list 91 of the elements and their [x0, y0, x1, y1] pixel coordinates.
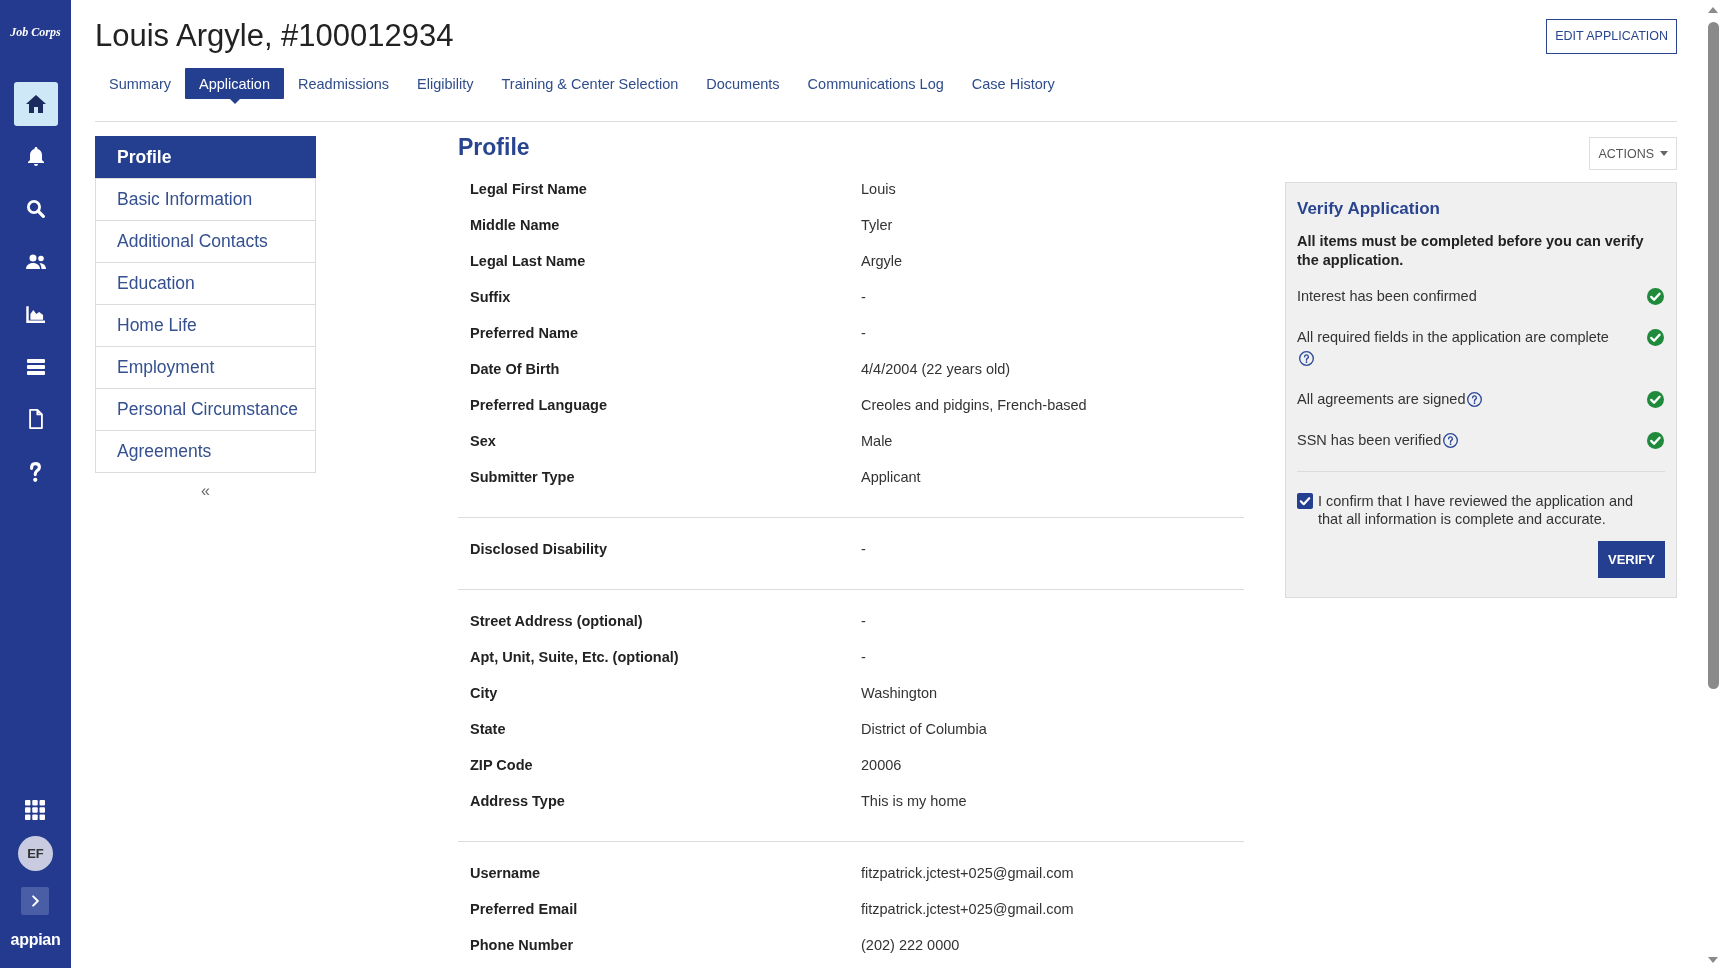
user-avatar[interactable]: EF — [18, 836, 53, 871]
field-value: Male — [861, 433, 893, 449]
instruction-text: All items must be completed before you can verify the application. — [1297, 232, 1645, 270]
field-label: Sex — [470, 433, 496, 449]
verify-button[interactable]: VERIFY — [1598, 541, 1665, 578]
field-value: Washington — [861, 685, 938, 701]
list-icon — [26, 358, 45, 375]
field-label: Date Of Birth — [470, 361, 560, 377]
people-icon — [25, 254, 46, 269]
field-value: fitzpatrick.jctest+025@gmail.com — [861, 865, 1074, 881]
logo-text: Job Corps — [10, 24, 61, 40]
field-label: State — [470, 721, 506, 737]
section-nav-item[interactable]: Personal Circumstance — [95, 388, 316, 431]
field-label: Legal First Name — [470, 181, 587, 197]
document-icon — [28, 409, 43, 429]
requirement-text: SSN has been verified — [1297, 432, 1442, 448]
section-nav-item[interactable]: Profile — [95, 136, 316, 179]
caret-down-icon — [1660, 151, 1668, 156]
field-label: Legal Last Name — [470, 253, 586, 269]
field-label: Username — [470, 865, 541, 881]
tab[interactable]: Documents — [692, 68, 794, 99]
chevron-right-icon — [32, 895, 39, 907]
tab[interactable]: Case History — [957, 68, 1069, 99]
section-heading: Profile — [458, 136, 531, 158]
scroll-down-arrow-icon[interactable] — [1708, 957, 1718, 963]
field-label: Disclosed Disability — [470, 541, 607, 557]
bell-icon — [27, 147, 44, 166]
requirement-text: All required fields in the application are complete — [1297, 329, 1609, 345]
field-value: 20006 — [861, 757, 902, 773]
field-label: Submitter Type — [470, 469, 575, 485]
tab[interactable]: Training & Center Selection — [487, 68, 693, 99]
field-label: Middle Name — [470, 217, 560, 233]
requirement-text: All agreements are signed — [1297, 391, 1466, 407]
home-nav-button[interactable] — [13, 82, 58, 126]
area-chart-icon — [25, 305, 46, 323]
field-value: - — [861, 649, 866, 665]
actions-dropdown-button[interactable]: ACTIONS — [1589, 137, 1677, 170]
tab[interactable]: Application — [185, 68, 284, 99]
page-title: Louis Argyle, #100012934 — [95, 17, 454, 55]
collapse-button[interactable]: « — [197, 479, 214, 503]
field-label: Apt, Unit, Suite, Etc. (optional) — [470, 649, 679, 665]
field-label: Preferred Language — [470, 397, 607, 413]
field-label: Preferred Email — [470, 901, 578, 917]
field-label: ZIP Code — [470, 757, 533, 773]
field-label: Street Address (optional) — [470, 613, 643, 629]
field-value: Argyle — [861, 253, 903, 269]
section-nav-item[interactable]: Additional Contacts — [95, 220, 316, 263]
tab[interactable]: Summary — [95, 68, 186, 99]
checkbox[interactable] — [1297, 493, 1313, 509]
field-value: Tyler — [861, 217, 893, 233]
field-value: Creoles and pidgins, French-based — [861, 397, 1087, 413]
panel-title: Verify Application — [1297, 198, 1441, 220]
field-value: District of Columbia — [861, 721, 987, 737]
confirmation-text: I confirm that I have reviewed the application and that all information is complete and accurate. — [1318, 492, 1635, 528]
requirement-text: Interest has been confirmed — [1297, 288, 1477, 304]
tab[interactable]: Readmissions — [284, 68, 404, 99]
field-value: 4/4/2004 (22 years old) — [861, 361, 1011, 377]
section-nav-item[interactable]: Home Life — [95, 304, 316, 347]
field-value: (202) 222 0000 — [861, 937, 960, 953]
section-nav-item[interactable]: Basic Information — [95, 178, 316, 221]
help-icon[interactable] — [1467, 392, 1483, 407]
help-icon — [30, 461, 41, 482]
scrollbar-thumb[interactable] — [1707, 22, 1719, 689]
field-value: fitzpatrick.jctest+025@gmail.com — [861, 901, 1074, 917]
field-value: This is my home — [861, 793, 967, 809]
home-icon — [25, 95, 46, 113]
field-label: City — [470, 685, 498, 701]
help-icon[interactable] — [1299, 351, 1314, 366]
edit-application-button[interactable]: EDIT APPLICATION — [1546, 18, 1677, 54]
brand-text: appian — [10, 931, 61, 949]
field-value: - — [861, 541, 866, 557]
tab[interactable]: Communications Log — [793, 68, 958, 99]
field-label: Address Type — [470, 793, 565, 809]
field-value: - — [861, 289, 866, 305]
section-nav-item[interactable]: Education — [95, 262, 316, 305]
field-label: Preferred Name — [470, 325, 578, 341]
expand-button[interactable] — [21, 887, 50, 915]
section-nav-item[interactable]: Employment — [95, 346, 316, 389]
search-icon — [26, 200, 45, 218]
field-value: - — [861, 325, 866, 341]
field-value: - — [861, 613, 866, 629]
grid-icon — [25, 800, 46, 820]
active-tab-pointer-icon — [229, 99, 240, 104]
tab[interactable]: Eligibility — [403, 68, 488, 99]
field-value: Louis — [861, 181, 896, 197]
help-icon[interactable] — [1443, 433, 1459, 448]
section-nav-item[interactable]: Agreements — [95, 430, 316, 473]
field-label: Suffix — [470, 289, 511, 305]
field-label: Phone Number — [470, 937, 574, 953]
field-value: Applicant — [861, 469, 921, 485]
scroll-up-arrow-icon[interactable] — [1708, 7, 1718, 13]
